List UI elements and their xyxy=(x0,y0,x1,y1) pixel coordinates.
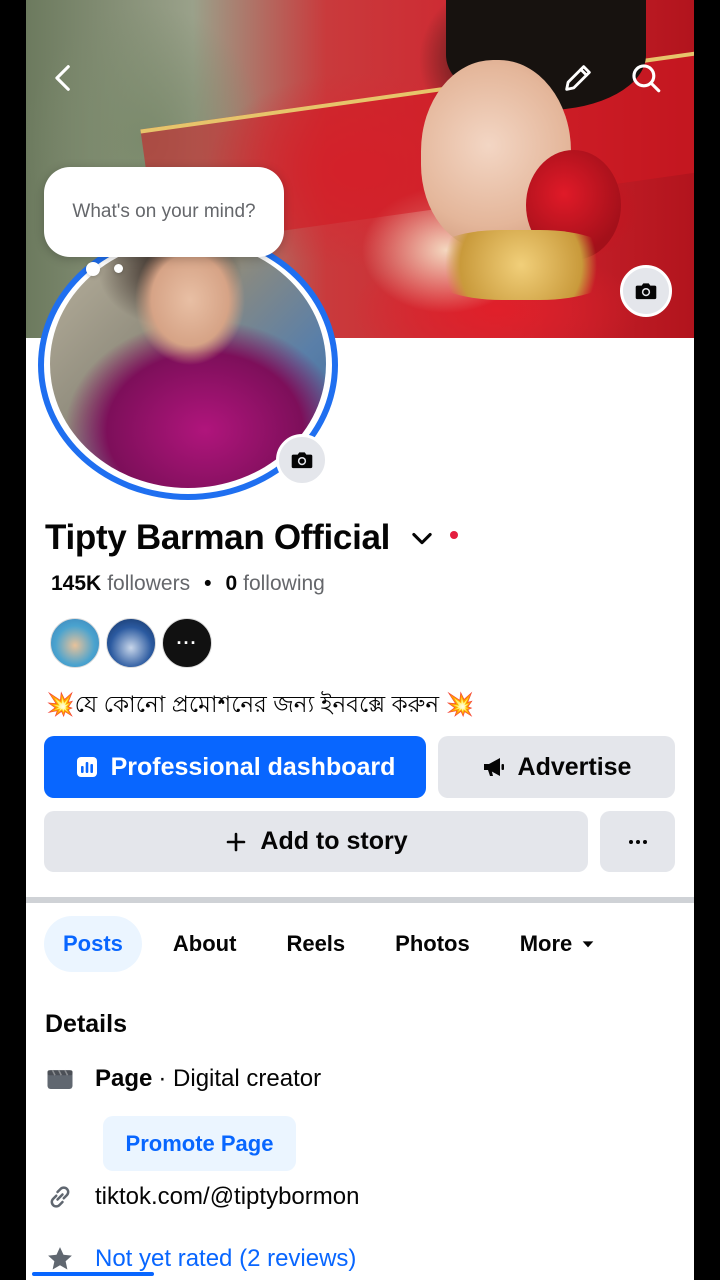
advertise-label: Advertise xyxy=(517,752,632,781)
search-button[interactable] xyxy=(624,56,668,100)
caret-down-icon xyxy=(582,941,594,948)
profile-bio: 💥যে কোনো প্রমোশনের জন্য ইনবক্সে করুন 💥 xyxy=(46,691,475,717)
bubble-text: What's on your mind? xyxy=(72,201,256,222)
more-options-button[interactable] xyxy=(600,811,675,872)
details-heading: Details xyxy=(45,1010,127,1038)
followers-count[interactable]: 145K xyxy=(51,572,101,596)
avatar-camera-button[interactable] xyxy=(276,434,328,486)
ellipsis-icon: ··· xyxy=(176,632,198,653)
chevron-left-icon xyxy=(55,65,70,91)
tab-photos[interactable]: Photos xyxy=(376,916,489,972)
page-category: · Digital creator xyxy=(158,1065,322,1092)
scroll-indicator xyxy=(32,1272,154,1276)
section-divider xyxy=(26,897,694,903)
more-friends-avatar[interactable]: ··· xyxy=(162,618,212,668)
friends-avatars[interactable]: ··· xyxy=(50,618,218,668)
bubble-tail-dot-small xyxy=(114,264,123,273)
tab-about[interactable]: About xyxy=(154,916,256,972)
pencil-icon xyxy=(565,65,591,91)
add-to-story-button[interactable]: Add to story xyxy=(44,811,588,872)
link-icon xyxy=(50,1186,70,1208)
cover-necklace-shape xyxy=(426,230,616,300)
stats-separator: • xyxy=(204,572,212,595)
friend-avatar[interactable] xyxy=(106,618,156,668)
bar-chart-icon xyxy=(76,757,97,777)
page-category-row: Page · Digital creator xyxy=(45,1064,321,1094)
following-count[interactable]: 0 xyxy=(225,572,237,596)
megaphone-icon xyxy=(483,758,504,776)
ellipsis-icon xyxy=(628,839,647,844)
rating-row[interactable]: Not yet rated (2 reviews) xyxy=(45,1244,356,1274)
profile-name-row[interactable]: Tipty Barman Official xyxy=(45,518,459,558)
profile-tabs: Posts About Reels Photos More xyxy=(44,916,627,972)
website-link-row[interactable]: tiktok.com/@tiptybormon xyxy=(45,1182,359,1212)
advertise-button[interactable]: Advertise xyxy=(438,736,675,798)
cover-camera-button[interactable] xyxy=(620,265,672,317)
notification-dot xyxy=(450,531,459,539)
page-type: Page xyxy=(95,1065,153,1092)
tab-more[interactable]: More xyxy=(501,916,616,972)
bubble-tail-dot xyxy=(86,262,100,276)
followers-label[interactable]: followers xyxy=(107,572,190,596)
dashboard-label: Professional dashboard xyxy=(110,752,396,781)
rating-text[interactable]: Not yet rated (2 reviews) xyxy=(95,1245,356,1273)
add-story-label: Add to story xyxy=(260,827,408,855)
following-label[interactable]: following xyxy=(243,572,325,596)
website-link[interactable]: tiktok.com/@tiptybormon xyxy=(95,1183,359,1211)
tab-reels[interactable]: Reels xyxy=(267,916,364,972)
star-icon xyxy=(48,1247,72,1270)
camera-icon xyxy=(291,452,313,469)
professional-dashboard-button[interactable]: Professional dashboard xyxy=(44,736,426,798)
plus-icon xyxy=(227,832,246,851)
profile-screen: What's on your mind? Tipty Barman Offici… xyxy=(26,0,694,1280)
follow-stats: 145K followers • 0 following xyxy=(51,572,325,596)
promote-page-button[interactable]: Promote Page xyxy=(103,1116,296,1171)
clapperboard-icon xyxy=(47,1069,73,1089)
friend-avatar[interactable] xyxy=(50,618,100,668)
chevron-down-icon[interactable] xyxy=(408,524,436,552)
search-icon xyxy=(632,64,661,93)
tab-posts[interactable]: Posts xyxy=(44,916,142,972)
edit-button[interactable] xyxy=(556,56,600,100)
whats-on-your-mind-bubble[interactable]: What's on your mind? xyxy=(44,167,284,257)
back-button[interactable] xyxy=(42,56,86,100)
profile-name: Tipty Barman Official xyxy=(45,518,391,557)
tab-more-label: More xyxy=(519,931,573,956)
camera-icon xyxy=(635,283,657,300)
